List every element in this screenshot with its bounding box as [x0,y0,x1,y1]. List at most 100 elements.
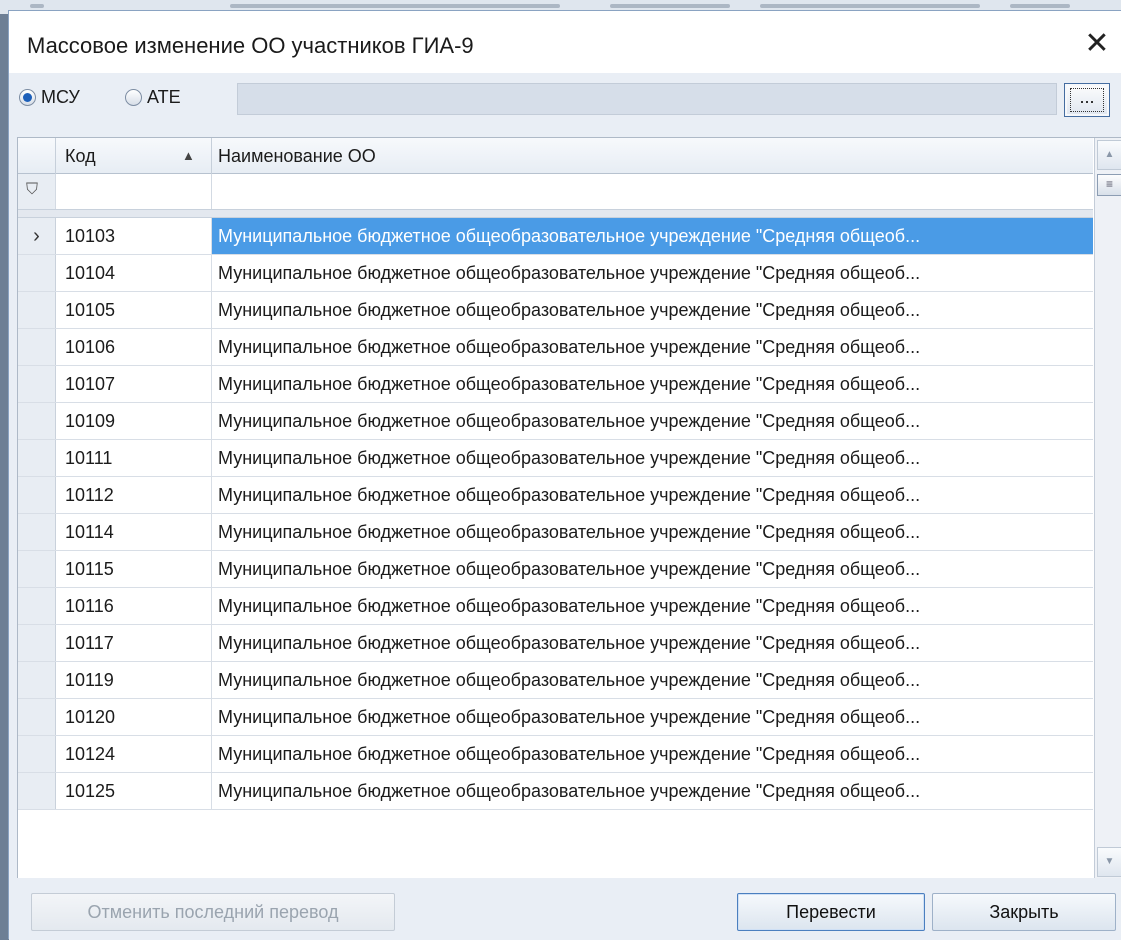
table-row[interactable]: 10115 Муниципальное бюджетное общеобразов… [18,551,1093,588]
radio-ate[interactable]: АТЕ [125,87,181,108]
row-indicator-cell[interactable] [18,255,56,291]
cell-name[interactable]: Муниципальное бюджетное общеобразователь… [212,699,1093,735]
radio-ate-label: АТЕ [147,87,181,107]
column-header-name[interactable]: Наименование ОО [212,138,1093,174]
dialog-title: Массовое изменение ОО участников ГИА-9 [27,33,474,58]
grid-header: Код ▲ Наименование ОО [18,138,1093,174]
selected-territory-field[interactable] [237,83,1057,115]
cell-code[interactable]: 10119 [56,662,212,698]
cell-code[interactable]: 10117 [56,625,212,661]
cell-code[interactable]: 10107 [56,366,212,402]
row-indicator-cell[interactable] [18,514,56,550]
cell-code[interactable]: 10120 [56,699,212,735]
table-row[interactable]: 10116 Муниципальное бюджетное общеобразов… [18,588,1093,625]
cell-code[interactable]: 10124 [56,736,212,772]
radio-msu[interactable]: МСУ [19,87,80,108]
row-indicator-cell[interactable] [18,440,56,476]
row-indicator-cell[interactable] [18,699,56,735]
cell-code[interactable]: 10116 [56,588,212,624]
column-header-name-label: Наименование ОО [218,146,376,166]
filter-cell-name[interactable] [212,174,1093,209]
cell-name[interactable]: Муниципальное бюджетное общеобразователь… [212,403,1093,439]
cell-code[interactable]: 10109 [56,403,212,439]
table-row[interactable]: 10119 Муниципальное бюджетное общеобразов… [18,662,1093,699]
filter-icon: ⛉ [26,181,39,198]
cell-name[interactable]: Муниципальное бюджетное общеобразователь… [212,292,1093,328]
cell-name[interactable]: Муниципальное бюджетное общеобразователь… [212,218,1093,254]
cell-code[interactable]: 10106 [56,329,212,365]
table-row[interactable]: 10105 Муниципальное бюджетное общеобразов… [18,292,1093,329]
toolbar: МСУ АТЕ ... [9,73,1121,137]
scroll-thumb[interactable]: ≡ [1097,174,1121,196]
table-row[interactable]: 10104 Муниципальное бюджетное общеобразов… [18,255,1093,292]
cell-name[interactable]: Муниципальное бюджетное общеобразователь… [212,736,1093,772]
cell-code[interactable]: 10115 [56,551,212,587]
vertical-scrollbar[interactable]: ▲ ≡ ▼ [1094,138,1121,878]
mass-change-dialog: Массовое изменение ОО участников ГИА-9 ✕… [8,10,1121,940]
transfer-button[interactable]: Перевести [737,893,925,931]
cell-name[interactable]: Муниципальное бюджетное общеобразователь… [212,329,1093,365]
row-indicator-cell[interactable] [18,736,56,772]
table-row[interactable]: 10120 Муниципальное бюджетное общеобразов… [18,699,1093,736]
browse-button-focus-frame [1070,88,1104,112]
close-icon[interactable]: ✕ [1079,25,1115,61]
row-indicator-cell[interactable] [18,329,56,365]
row-indicator-cell[interactable] [18,662,56,698]
cell-name[interactable]: Муниципальное бюджетное общеобразователь… [212,588,1093,624]
table-row[interactable]: 10124 Муниципальное бюджетное общеобразов… [18,736,1093,773]
row-indicator-cell[interactable] [18,551,56,587]
scroll-up-icon[interactable]: ▲ [1097,140,1121,170]
cell-name[interactable]: Муниципальное бюджетное общеобразователь… [212,440,1093,476]
row-indicator-cell[interactable] [18,588,56,624]
row-indicator-cell[interactable] [18,366,56,402]
filter-cell-code[interactable] [56,174,212,209]
current-row-indicator-icon[interactable]: › [18,218,56,254]
column-header-code[interactable]: Код ▲ [56,138,212,174]
radio-checked-icon [19,89,36,106]
sort-ascending-icon: ▲ [182,148,195,163]
table-row[interactable]: 10112 Муниципальное бюджетное общеобразов… [18,477,1093,514]
dialog-body: МСУ АТЕ ... Код ▲ Наименование ОО ⛉ › 10… [9,73,1121,940]
grid-separator [18,210,1093,218]
cell-name[interactable]: Муниципальное бюджетное общеобразователь… [212,514,1093,550]
cell-name[interactable]: Муниципальное бюджетное общеобразователь… [212,551,1093,587]
close-button[interactable]: Закрыть [932,893,1116,931]
table-row[interactable]: 10114 Муниципальное бюджетное общеобразов… [18,514,1093,551]
cell-name[interactable]: Муниципальное бюджетное общеобразователь… [212,773,1093,809]
table-row[interactable]: 10109 Муниципальное бюджетное общеобразов… [18,403,1093,440]
cell-name[interactable]: Муниципальное бюджетное общеобразователь… [212,625,1093,661]
undo-last-transfer-button[interactable]: Отменить последний перевод [31,893,395,931]
cell-code[interactable]: 10104 [56,255,212,291]
row-indicator-cell[interactable] [18,403,56,439]
browse-button[interactable]: ... [1064,83,1110,117]
cell-name[interactable]: Муниципальное бюджетное общеобразователь… [212,477,1093,513]
cell-code[interactable]: 10112 [56,477,212,513]
cell-code[interactable]: 10111 [56,440,212,476]
table-row[interactable]: 10107 Муниципальное бюджетное общеобразов… [18,366,1093,403]
row-indicator-cell[interactable] [18,477,56,513]
grid-rows: › 10103 Муниципальное бюджетное общеобразо… [18,218,1093,838]
cell-code[interactable]: 10114 [56,514,212,550]
cell-code[interactable]: 10125 [56,773,212,809]
cell-code[interactable]: 10103 [56,218,212,254]
row-indicator-cell[interactable] [18,773,56,809]
organizations-grid: Код ▲ Наименование ОО ⛉ › 10103 Муниципаль… [17,137,1121,878]
cell-code[interactable]: 10105 [56,292,212,328]
row-indicator-cell[interactable] [18,292,56,328]
filter-row-indicator: ⛉ [18,174,56,209]
table-row[interactable]: 10106 Муниципальное бюджетное общеобразов… [18,329,1093,366]
table-row[interactable]: 10125 Муниципальное бюджетное общеобразов… [18,773,1093,810]
header-indicator-cell [18,138,56,174]
title-bar: Массовое изменение ОО участников ГИА-9 ✕ [9,11,1121,73]
table-row[interactable]: 10111 Муниципальное бюджетное общеобразов… [18,440,1093,477]
radio-unchecked-icon [125,89,142,106]
cell-name[interactable]: Муниципальное бюджетное общеобразователь… [212,366,1093,402]
cell-name[interactable]: Муниципальное бюджетное общеобразователь… [212,255,1093,291]
scroll-down-icon[interactable]: ▼ [1097,847,1121,877]
table-row[interactable]: 10117 Муниципальное бюджетное общеобразов… [18,625,1093,662]
table-row[interactable]: › 10103 Муниципальное бюджетное общеобразо… [18,218,1093,255]
column-header-code-label: Код [65,146,96,166]
filter-row: ⛉ [18,174,1093,210]
cell-name[interactable]: Муниципальное бюджетное общеобразователь… [212,662,1093,698]
row-indicator-cell[interactable] [18,625,56,661]
